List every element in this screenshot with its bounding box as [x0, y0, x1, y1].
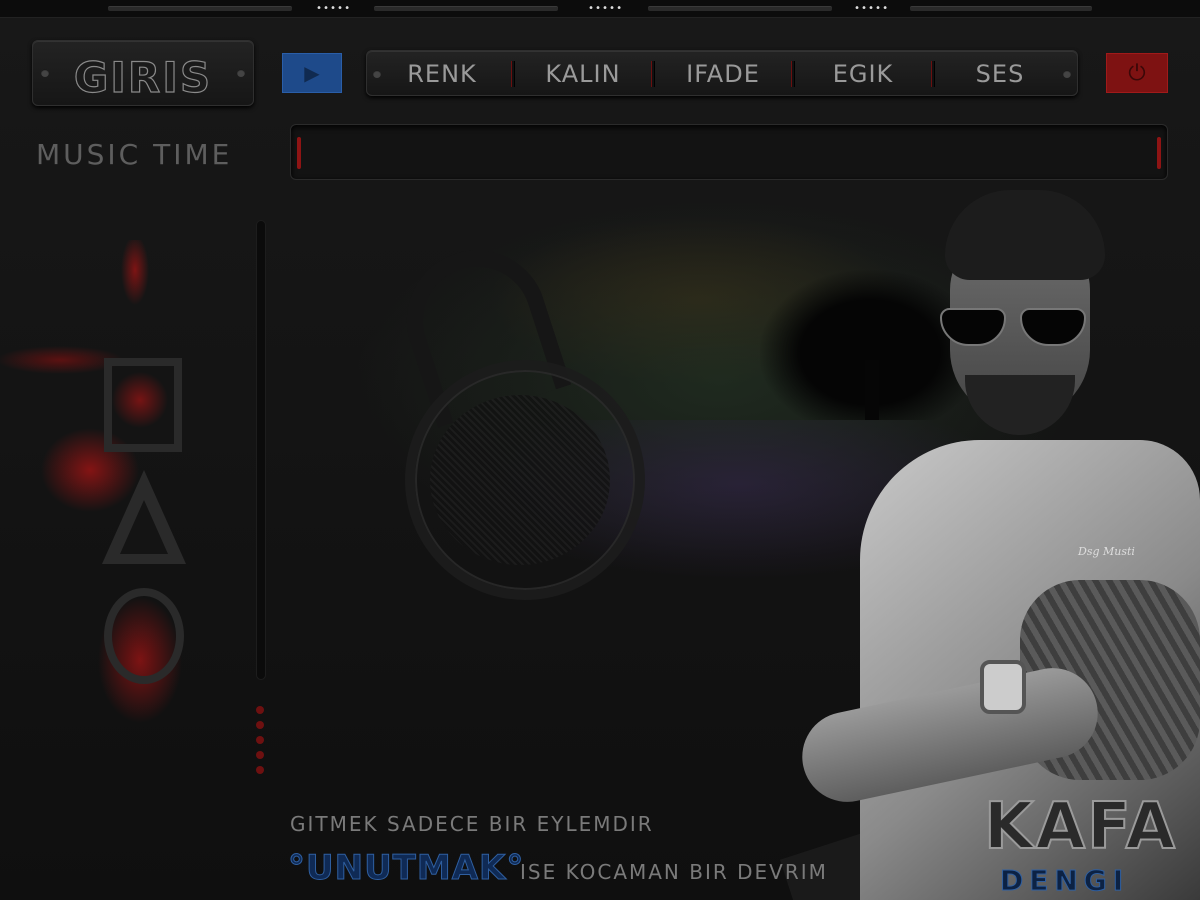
menu-item-label: RENK	[407, 60, 477, 88]
square-icon	[104, 358, 182, 452]
power-button[interactable]: ⏻	[1106, 53, 1168, 93]
menu-divider	[931, 61, 935, 87]
menu-item-renk[interactable]: RENK	[375, 51, 509, 97]
music-bar-cap	[297, 137, 301, 169]
power-icon: ⏻	[1128, 60, 1146, 85]
format-menu-bar: RENK KALIN IFADE EGIK SES	[366, 50, 1078, 96]
menu-item-label: EGIK	[832, 60, 894, 88]
page-dot[interactable]	[256, 736, 264, 744]
brand-logo-kafa: KAFA	[983, 789, 1178, 865]
giris-button[interactable]: GIRIS	[32, 40, 254, 106]
brand-logo-dengi: DENGI	[999, 864, 1130, 898]
menu-item-kalin[interactable]: KALIN	[517, 51, 649, 97]
sunglasses-icon	[940, 308, 1090, 346]
headphone-icon	[405, 360, 645, 600]
rail-segment	[374, 6, 558, 11]
menu-item-label: IFADE	[686, 60, 760, 88]
page-dot[interactable]	[256, 766, 264, 774]
music-time-label: MUSIC TIME	[36, 138, 233, 171]
music-player-bar[interactable]	[290, 124, 1168, 180]
menu-item-ses[interactable]: SES	[937, 51, 1063, 97]
vertical-scrollbar[interactable]	[256, 220, 266, 680]
rail-dots: •••••	[316, 3, 352, 14]
rail-segment	[648, 6, 832, 11]
rail-dots: •••••	[854, 3, 890, 14]
page-dot[interactable]	[256, 706, 264, 714]
menu-divider	[511, 61, 515, 87]
giris-label: GIRIS	[73, 52, 213, 102]
page-dot[interactable]	[256, 721, 264, 729]
quote-line-2: ISE KOCAMAN BIR DEVRIM	[520, 860, 828, 884]
quote-line-1: GITMEK SADECE BIR EYLEMDIR	[290, 812, 654, 836]
menu-divider	[651, 61, 655, 87]
menu-item-label: KALIN	[545, 60, 621, 88]
page-dot[interactable]	[256, 751, 264, 759]
screw-icon	[237, 69, 245, 77]
menu-divider	[791, 61, 795, 87]
watch-icon	[980, 660, 1026, 714]
screw-icon	[1063, 70, 1071, 78]
rail-dots: •••••	[588, 3, 624, 14]
top-rail: ••••• ••••• •••••	[0, 0, 1200, 18]
menu-item-ifade[interactable]: IFADE	[657, 51, 789, 97]
person-beard	[965, 375, 1075, 435]
lens	[940, 308, 1006, 346]
triangle-inner	[120, 500, 168, 554]
person-hair	[945, 190, 1105, 280]
menu-item-egik[interactable]: EGIK	[797, 51, 929, 97]
page-dots	[256, 706, 264, 781]
watermark: Dsg Musti	[1078, 545, 1135, 558]
menu-item-label: SES	[975, 60, 1025, 88]
play-icon: ▶	[304, 62, 320, 85]
quote-highlight: °UNUTMAK°	[287, 848, 525, 889]
circle-icon	[104, 588, 184, 684]
rail-segment	[108, 6, 292, 11]
rail-segment	[910, 6, 1092, 11]
play-button[interactable]: ▶	[282, 53, 342, 93]
lens	[1020, 308, 1086, 346]
music-bar-cap	[1157, 137, 1161, 169]
